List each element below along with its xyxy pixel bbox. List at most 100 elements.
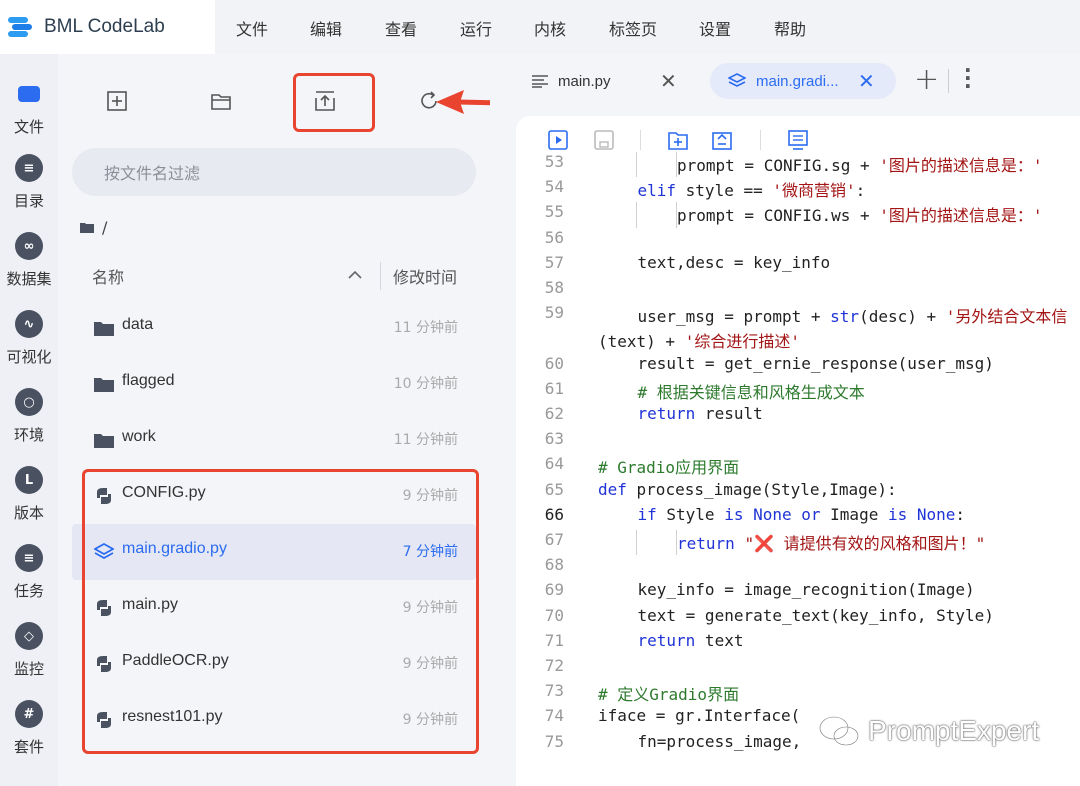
line-number: 57	[544, 252, 564, 272]
indent-guide	[675, 530, 677, 556]
code-token: '图片的描述信息是：'	[879, 156, 1043, 175]
add-tab-icon[interactable]: +	[914, 62, 939, 97]
line-number: 68	[544, 555, 564, 575]
tab-main-py[interactable]: main.py ✕	[528, 63, 688, 99]
code-line: # 根据关键信息和风格生成文本	[638, 379, 865, 403]
code-line: text,desc = key_info	[638, 253, 831, 272]
activity-datasets[interactable]: ∞ 数据集	[0, 232, 58, 289]
bml-logo-icon	[8, 17, 32, 37]
menu-tabs[interactable]: 标签页	[609, 16, 657, 40]
code-token: is None	[887, 504, 956, 524]
activity-visualization[interactable]: ∿ 可视化	[0, 310, 58, 367]
activity-bar: 文件 ≡ 目录 ∞ 数据集 ∿ 可视化 ○ 环境 L 版本 ≡ 任务 ◇ 监控 …	[0, 54, 58, 786]
code-line: return text	[638, 631, 744, 650]
wechat-icon	[819, 716, 859, 746]
close-icon[interactable]: ✕	[858, 69, 875, 94]
line-number: 53	[544, 152, 564, 171]
activity-label: 套件	[13, 738, 44, 756]
code-token: Style	[656, 504, 725, 524]
code-token: Image	[820, 504, 888, 524]
code-token: return	[637, 630, 696, 650]
indent-guide	[675, 202, 677, 228]
line-number: 60	[544, 353, 564, 373]
breadcrumb-path: /	[102, 218, 108, 237]
files-highlight-box	[82, 469, 479, 754]
new-folder-icon[interactable]	[210, 90, 232, 112]
file-name: data	[122, 316, 154, 333]
menu-kernel[interactable]: 内核	[534, 16, 566, 40]
menu-edit[interactable]: 编辑	[310, 16, 342, 40]
app-logo: BML CodeLab	[6, 13, 165, 41]
activity-suite[interactable]: # 套件	[0, 700, 58, 757]
file-filter[interactable]	[72, 148, 476, 198]
file-row[interactable]: data 11 分钟前	[72, 300, 476, 356]
line-number: 56	[544, 227, 564, 247]
divider	[948, 69, 949, 93]
code-line: (text) + '综合进行描述'	[598, 328, 800, 352]
activity-label: 版本	[13, 504, 44, 522]
menu-view[interactable]: 查看	[385, 16, 417, 40]
file-row[interactable]: flagged 10 分钟前	[72, 356, 476, 412]
file-browser: / 名称 修改时间 data 11 分钟前 flagged 10 分钟前 work 11 …	[58, 54, 490, 786]
code-token: style ==	[676, 181, 773, 201]
code-token: return	[637, 404, 696, 423]
breadcrumb[interactable]: /	[80, 218, 107, 237]
activity-tasks[interactable]: ≡ 任务	[0, 544, 58, 601]
watermark-text: PromptExpert	[868, 715, 1040, 746]
clipped-line	[516, 137, 1080, 147]
code-line: result = get_ernie_response(user_msg)	[638, 354, 994, 373]
line-number: 67	[544, 530, 564, 549]
activity-label: 数据集	[6, 270, 52, 288]
line-number: 58	[544, 278, 564, 297]
menu-file[interactable]: 文件	[236, 16, 268, 40]
code-token: prompt = CONFIG.sg +	[677, 156, 880, 175]
code-token: '图片的描述信息是：'	[879, 206, 1043, 226]
code-line: elif style == '微商营销':	[638, 177, 866, 201]
code-token: result	[695, 404, 763, 423]
file-modified-time: 10 分钟前	[393, 376, 458, 392]
file-filter-input[interactable]	[102, 148, 466, 198]
activity-monitor[interactable]: ◇ 监控	[0, 622, 58, 679]
menu-run[interactable]: 运行	[460, 16, 492, 40]
chevron-up-icon[interactable]	[348, 270, 362, 279]
code-editor[interactable]: 53 prompt = CONFIG.sg + '图片的描述信息是：' 54 elif…	[516, 116, 1080, 786]
upload-highlight-box	[293, 73, 375, 132]
code-line: return "❌ 请提供有效的风格和图片！"	[677, 530, 985, 554]
close-icon[interactable]: ✕	[660, 69, 677, 94]
file-name: work	[122, 428, 156, 445]
column-divider	[380, 262, 381, 290]
code-token: text = generate_text(key_info, Style)	[637, 605, 994, 625]
code-token: user_msg = prompt +	[637, 307, 831, 327]
more-icon[interactable]: · · ·	[964, 60, 972, 96]
activity-environment[interactable]: ○ 环境	[0, 388, 58, 445]
code-token: result = get_ernie_response(user_msg)	[637, 353, 994, 373]
file-name: flagged	[122, 372, 175, 389]
file-row[interactable]: work 11 分钟前	[72, 412, 476, 468]
activity-label: 文件	[13, 118, 44, 136]
activity-label: 目录	[13, 192, 44, 210]
code-line: fn=process_image,	[638, 732, 802, 751]
line-number: 54	[544, 177, 564, 197]
suite-icon: #	[15, 700, 43, 728]
menu-settings[interactable]: 设置	[699, 16, 731, 40]
indent-guide	[636, 202, 637, 228]
folder-icon	[94, 378, 114, 392]
folder-icon	[18, 86, 40, 102]
code-line: user_msg = prompt + str(desc) + '另外结合文本信	[638, 303, 1068, 327]
code-token: if	[637, 504, 657, 524]
activity-version[interactable]: L 版本	[0, 466, 58, 523]
activity-files[interactable]: 文件	[0, 70, 58, 137]
monitor-icon: ◇	[15, 622, 43, 650]
code-token: prompt = CONFIG.ws +	[677, 206, 880, 226]
code-token: iface = gr.Interface(	[598, 706, 801, 726]
activity-toc[interactable]: ≡ 目录	[0, 154, 58, 211]
code-line: prompt = CONFIG.sg + '图片的描述信息是：'	[677, 152, 1043, 176]
column-time-header[interactable]: 修改时间	[393, 264, 457, 288]
column-name-header[interactable]: 名称	[92, 264, 124, 288]
file-modified-time: 11 分钟前	[393, 320, 458, 336]
new-file-icon[interactable]	[106, 90, 128, 112]
dataset-icon: ∞	[15, 232, 43, 260]
folder-icon	[94, 434, 114, 448]
menu-help[interactable]: 帮助	[774, 16, 806, 40]
tab-main-gradio[interactable]: main.gradi... ✕	[710, 63, 896, 99]
